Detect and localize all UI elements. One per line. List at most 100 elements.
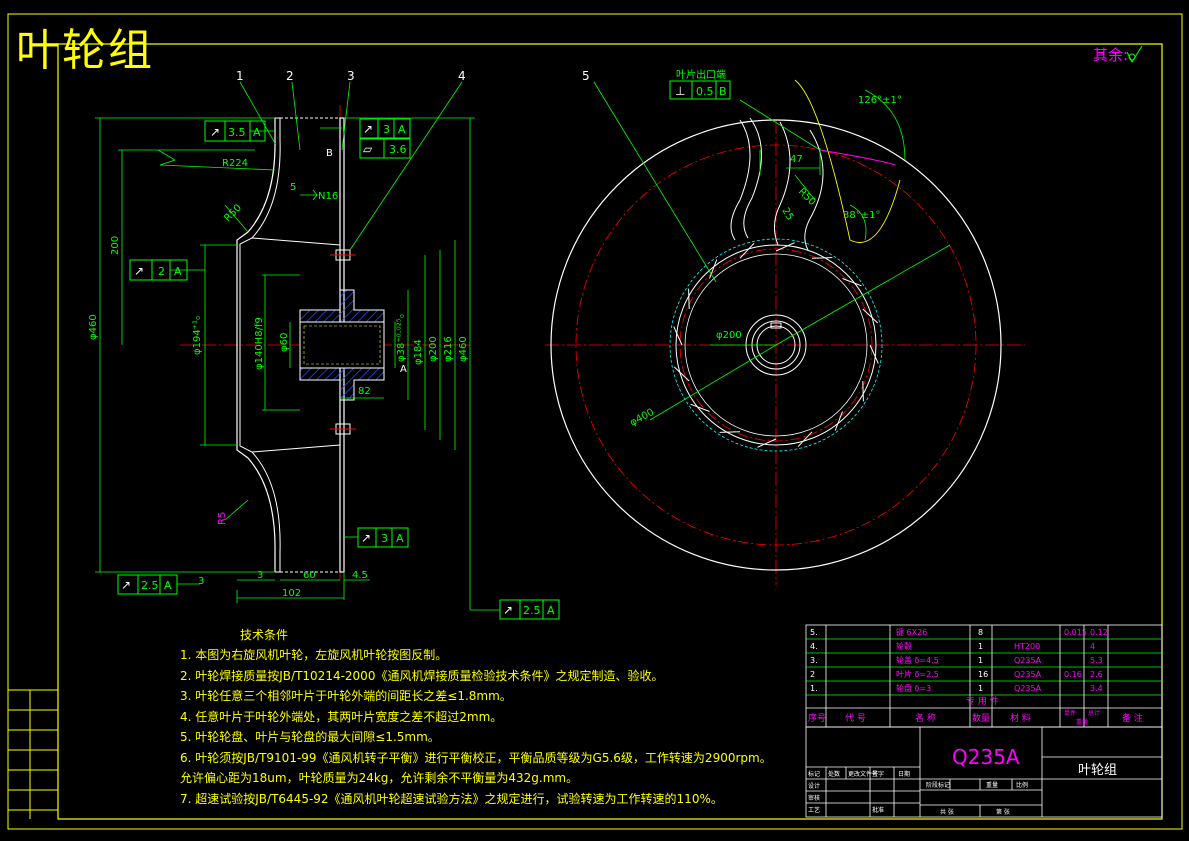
fcf-perp-value: 0.5 [696,85,714,98]
dim-60: φ60 [279,333,290,352]
bom-cell-qty: 1 [978,656,983,665]
tb-label-0: 标记 [808,770,820,778]
bom-cell-name: 轮盘 δ=3 [896,683,931,693]
note-3: 3. 叶轮任意三个相邻叶片于叶轮外端的间距长之差≤1.8mm。 [180,689,512,703]
bom-h-qty: 数量 [972,712,990,724]
bom-h-w2: 总计 [1088,709,1100,717]
bom-cell-qty: 8 [978,628,983,637]
bom-cell-w2: 5.3 [1090,656,1103,665]
bom-cell-seq: 3. [810,656,818,665]
technical-notes: 技术条件 1. 本图为右旋风机叶轮，左旋风机叶轮按图反制。 2. 叶轮焊接质量按… [180,625,772,809]
fcf-top-left: ↗ 3.5 A [204,120,266,142]
fcf-tl-datum: A [253,126,261,139]
balloon-3: 3 [347,69,355,83]
bom-cell-material: Q235A [1014,684,1042,693]
bolt-bottom [330,423,356,435]
bom-h-name: 名 称 [915,712,936,724]
fcf-perp-datum: B [719,85,727,98]
bom-h-w1: 单件 [1064,709,1076,717]
fcf-br-value: 3 [381,532,388,545]
dim-194: φ194⁺¹₀ [192,316,203,355]
bom-cell-w1: 0.015 [1064,628,1087,637]
tb-weight: 重量 [986,781,998,789]
dim-r224: R224 [222,158,248,169]
notes-title: 技术条件 [240,628,289,642]
blade [862,380,864,402]
bom-cell-w2: 2.6 [1090,670,1103,679]
dim-w45: 4.5 [352,570,368,581]
dim-460b: φ460 [458,336,469,362]
bom-cell-w1: 0.16 [1064,670,1082,679]
fcf-ml-sym: ↗ [134,264,144,278]
tb-material: Q235A [952,745,1020,769]
tb-stage: 阶段标记 [926,781,950,789]
bom-cell-w2: 4 [1090,642,1095,651]
tb-label-1: 处数 [828,770,840,778]
bolt-top [330,249,356,261]
tb-sheet: 第 张 [996,808,1010,816]
bom-cell-name: 轮盖 δ=4.5 [896,655,939,665]
binding-strip [8,689,58,819]
fcf-br-sym: ↗ [361,531,371,545]
fcf-flat-sym: ▱ [363,142,373,156]
bom-cell-seq: 1. [810,684,818,693]
note-4: 4. 任意叶片于叶轮外端处，其两叶片宽度之差不超过2mm。 [180,709,503,724]
balloon-1: 1 [236,69,244,83]
note-7: 7. 超速试验按JB/T6445-92《通风机叶轮超速试验方法》之规定进行，试验… [180,791,723,806]
tb-label-4: 日期 [898,770,910,778]
dim-w3: 3 [257,570,263,581]
dim-184: φ184 [413,339,424,365]
dim-200: 200 [110,236,121,255]
balloon-5: 5 [582,69,590,83]
bom-h-note: 备 注 [1122,712,1143,724]
fcf-fr-value: 2.5 [523,604,541,617]
bom-h-material: 材 料 [1010,712,1031,724]
fcf-bottom-right: ↗ 3 A [357,527,409,548]
dim-w60: 60 [303,570,316,581]
tolerance-label: 叶片出口端 [676,68,726,81]
tb-scale: 比例 [1016,781,1028,789]
dim-38: φ38⁺⁰·⁰²⁵₀ [396,314,407,362]
note-6: 6. 叶轮须按JB/T9101-99《通风机转子平衡》进行平衡校正，平衡品质等级… [180,750,772,765]
bom-cell-qty: 16 [978,670,988,679]
blade-detail [730,117,824,251]
fcf-fr-datum: A [547,604,555,617]
dim-w3b: 3 [198,576,204,587]
note-1: 1. 本图为右旋风机叶轮，左旋风机叶轮按图反制。 [180,648,448,662]
tb-part-name: 叶轮组 [1078,763,1117,778]
dim-200b: φ200 [428,336,439,362]
bom-cell-name: 键 6X26 [896,627,927,637]
tb-check: 审核 [808,794,820,802]
fcf-perpendicular: ⊥ 0.5 B [669,80,731,100]
dim-datum-a: A [400,364,407,375]
dim-w25: 25 [779,206,795,223]
fcf-bl-value: 2.5 [141,579,159,592]
tb-process: 工艺 [808,806,820,814]
dim-d400: φ400 [628,407,656,429]
dim-460: φ460 [88,314,99,340]
blade [688,288,690,310]
fcf-flatness: ▱ 3.6 [359,138,411,159]
roughness-icon [1126,45,1143,64]
blade [757,438,777,448]
fcf-fr-sym: ↗ [503,603,513,617]
bom-cell-material: Q235A [1014,670,1042,679]
fcf-top-right: ↗ 3 A [359,118,411,139]
blade [811,257,833,259]
fcf-far-right: ↗ 2.5 A [499,599,560,620]
tb-design: 设计 [808,782,820,790]
bom-cell-seq: 5. [810,628,818,637]
blade [775,242,795,252]
bom-cell-qty: 1 [978,684,983,693]
bom-cell-name: 轮毂 [896,641,912,651]
fcf-bl-datum: A [164,579,172,592]
fcf-flat-value: 3.6 [389,143,407,156]
front-dimensions [95,81,500,611]
bom-h-seq: 序号 [808,712,826,724]
note-5: 5. 叶轮轮盘、叶片与轮盘的最大间隙≤1.5mm。 [180,730,440,744]
bom-header-band: 专 用 件 [966,695,999,707]
bom-cell-qty: 1 [978,642,983,651]
fcf-perp-sym: ⊥ [675,84,685,98]
side-dimensions [593,81,951,421]
note-6b: 允许偏心距为18um，叶轮质量为24kg，允许剩余不平衡量为432g.mm。 [180,771,579,785]
